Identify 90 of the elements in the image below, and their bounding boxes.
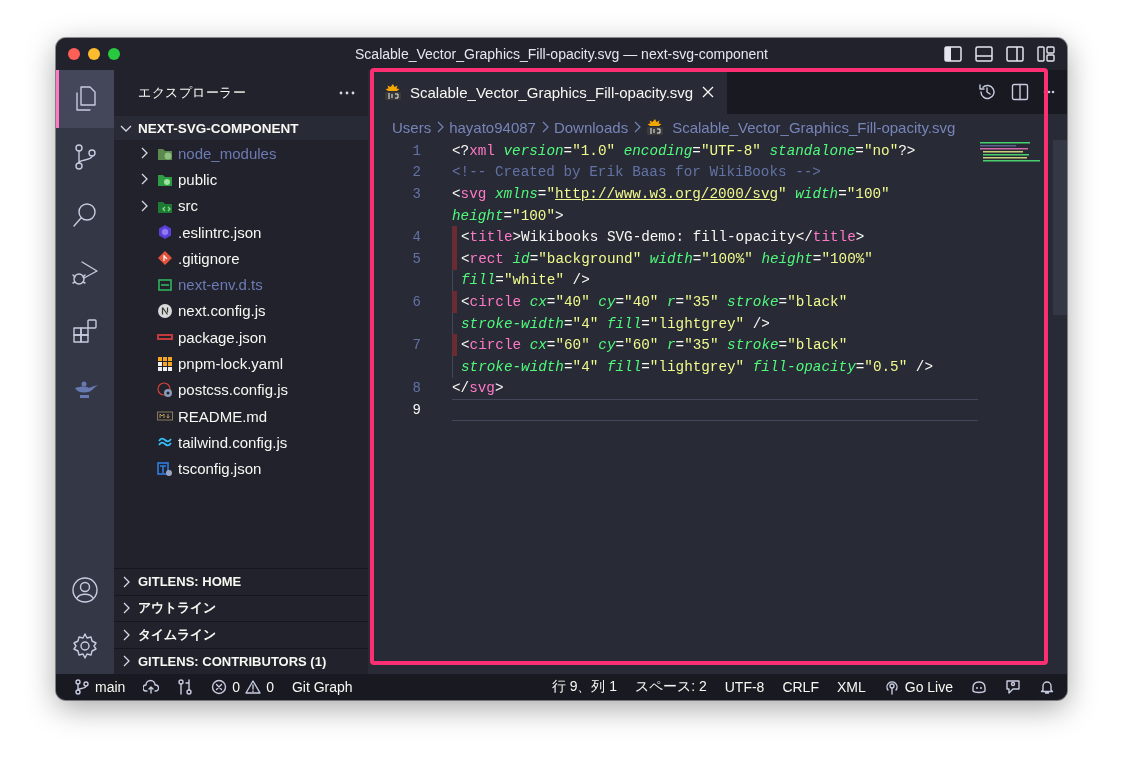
line-number: 3	[411, 186, 421, 202]
code-line: <?xml version="1.0" encoding="UTF-8" standalone="no"?>	[452, 142, 916, 159]
broadcast-icon	[883, 679, 900, 695]
file-icon	[157, 276, 173, 293]
file-item[interactable]: pnpm-lock.yaml	[178, 355, 284, 372]
line-number: 4	[411, 229, 421, 246]
branch-icon	[74, 679, 90, 695]
line-number: 7	[411, 337, 421, 354]
status-item[interactable]: CRLF	[782, 679, 819, 695]
code-line: fill="white" />	[461, 272, 590, 289]
code-line: height="100">	[452, 207, 564, 224]
error-icon	[211, 679, 228, 695]
editor-tab[interactable]: Scalable_Vector_Graphics_Fill-opacity.svg	[368, 70, 728, 114]
grid-icon	[157, 355, 173, 372]
code-line: <circle cx="60" cy="60" r="35" stroke="black"	[461, 337, 848, 354]
diamond-icon	[157, 250, 173, 267]
status-item[interactable]: UTF-8	[724, 679, 765, 695]
chevron-icon	[435, 120, 446, 134]
code-line: stroke-width="4" fill="lightgrey" fill-opacity="0.5" />	[461, 358, 933, 375]
code-line: <circle cx="40" cy="40" r="35" stroke="black"	[461, 293, 848, 310]
panel-header[interactable]: アウトライン	[138, 599, 216, 618]
code-line: </svg>	[452, 380, 504, 397]
file-item[interactable]: README.md	[178, 407, 268, 425]
line-number: 9	[411, 401, 421, 418]
line-number: 6	[411, 293, 421, 310]
layout-icon[interactable]	[1037, 46, 1055, 62]
file-item[interactable]: next-env.d.ts	[178, 276, 263, 294]
code-line: stroke-width="4" fill="lightgrey" />	[461, 315, 770, 332]
circle-icon	[157, 302, 173, 319]
folder-item[interactable]: node_modules	[178, 144, 277, 162]
panel-header[interactable]: タイムライン	[138, 625, 216, 644]
file-icon	[646, 118, 665, 136]
settings-file-icon	[157, 460, 173, 477]
file-item[interactable]: postcss.config.js	[178, 381, 289, 399]
split-editor-icon[interactable]	[1011, 83, 1029, 101]
line-number: 2	[411, 164, 421, 181]
minimap-drawing	[980, 142, 1040, 164]
extensions-icon[interactable]	[70, 316, 100, 346]
zoom-button[interactable]	[108, 48, 120, 60]
breadcrumb-item[interactable]: hayato94087	[449, 118, 536, 136]
live-button[interactable]: Go Live	[883, 679, 953, 695]
account-icon[interactable]	[70, 575, 100, 605]
close-button[interactable]	[68, 48, 80, 60]
breadcrumb-item[interactable]: Users	[392, 118, 432, 136]
status-item[interactable]: Git Graph	[291, 679, 353, 695]
status-item[interactable]: XML	[836, 679, 866, 695]
file-item[interactable]: next.config.js	[178, 302, 266, 320]
close-icon[interactable]	[701, 85, 716, 99]
panel-header[interactable]: GITLENS: CONTRIBUTORS (1)	[138, 653, 327, 669]
file-item[interactable]: .gitignore	[178, 249, 240, 267]
branch-button[interactable]: main	[74, 679, 126, 695]
gear-icon	[157, 381, 173, 398]
bell-icon[interactable]	[1039, 679, 1055, 695]
panel-toggle-icon[interactable]	[975, 46, 993, 62]
hexagon-icon	[157, 224, 173, 241]
chevron-icon	[632, 120, 643, 134]
code-line: <svg xmlns="http://www.w3.org/2000/svg" width="100"	[452, 186, 890, 202]
code-line: <title>Wikibooks SVG-demo: fill-opacity</title>	[461, 229, 865, 246]
breadcrumb-item[interactable]: Scalable_Vector_Graphics_Fill-opacity.svg	[672, 118, 956, 136]
history-icon[interactable]	[977, 82, 997, 102]
line-number: 5	[411, 250, 421, 267]
window-title: Scalable_Vector_Graphics_Fill-opacity.svg — next-svg-component	[354, 46, 769, 62]
minimize-button[interactable]	[88, 48, 100, 60]
file-item[interactable]: .eslintrc.json	[178, 223, 262, 241]
file-item[interactable]: tsconfig.json	[178, 460, 262, 478]
file-item[interactable]: package.json	[178, 328, 267, 346]
problems-button[interactable]: 0 0	[211, 679, 274, 695]
feedback-icon[interactable]	[1005, 679, 1021, 695]
pane-title: エクスプローラー	[138, 84, 246, 102]
file-item[interactable]: tailwind.config.js	[178, 433, 288, 451]
copilot-icon[interactable]	[971, 679, 987, 695]
code-line: <!-- Created by Erik Baas for WikiBooks -->	[452, 164, 821, 181]
status-item[interactable]: 行 9、列 1	[551, 678, 618, 696]
sidebar-toggle-icon[interactable]	[944, 46, 962, 62]
folder-item[interactable]: public	[178, 170, 218, 188]
status-item[interactable]: スペース: 2	[635, 678, 707, 696]
warning-icon	[245, 679, 262, 695]
line-number: 1	[411, 142, 421, 159]
line-number: 8	[411, 380, 421, 397]
run-debug-icon[interactable]	[70, 258, 100, 288]
compare-icon[interactable]	[177, 679, 194, 695]
split-layout-icon[interactable]	[1006, 46, 1024, 62]
more-icon[interactable]	[338, 90, 356, 96]
file-icon	[384, 83, 402, 101]
breadcrumb-item[interactable]: Downloads	[553, 118, 629, 136]
code-line: <rect id="background" width="100%" height="100%"	[461, 250, 873, 267]
panel-header[interactable]: GITLENS: HOME	[138, 574, 242, 590]
folder-item[interactable]: src	[178, 197, 198, 215]
scrollbar-thumb[interactable]	[1053, 140, 1067, 315]
cloud-upload-icon[interactable]	[143, 679, 160, 695]
